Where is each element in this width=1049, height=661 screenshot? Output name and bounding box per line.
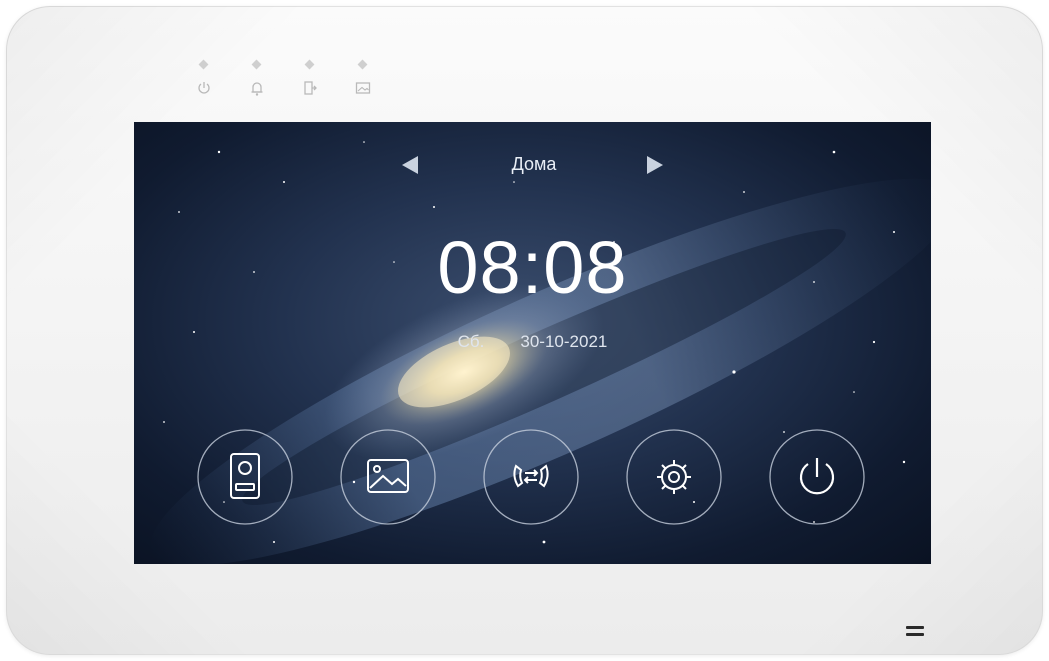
settings-button[interactable] xyxy=(625,428,723,526)
gear-icon xyxy=(626,429,722,525)
doorbell-monitor-button[interactable] xyxy=(196,428,294,526)
picture-icon xyxy=(340,429,436,525)
indicator-led xyxy=(198,59,209,70)
location-title: Дома xyxy=(511,154,557,174)
gallery-button[interactable] xyxy=(339,428,437,526)
speaker-grille xyxy=(906,626,924,640)
indicator-led xyxy=(357,59,368,70)
door-exit-icon xyxy=(304,81,317,95)
date-line: Сб. 30-10-2021 xyxy=(134,332,931,352)
touch-screen: Дома 08:08 Сб. 30-10-2021 xyxy=(134,122,931,564)
intercom-button[interactable] xyxy=(482,428,580,526)
intercom-call-icon xyxy=(483,429,579,525)
power-icon xyxy=(198,82,210,94)
alarm-indicator xyxy=(246,59,268,105)
door-indicator xyxy=(299,59,321,105)
indicator-led xyxy=(304,59,315,70)
power-indicator xyxy=(193,59,215,105)
date: 30-10-2021 xyxy=(520,332,608,351)
triangle-left-icon[interactable] xyxy=(396,150,426,180)
indicator-led xyxy=(251,59,262,70)
clock-time: 08:08 xyxy=(437,226,628,309)
location-navigation: Дома xyxy=(134,150,931,180)
power-icon xyxy=(769,429,865,525)
triangle-right-icon[interactable] xyxy=(639,150,669,180)
message-indicator xyxy=(352,59,374,105)
weekday: Сб. xyxy=(457,332,485,351)
door-panel-icon xyxy=(197,429,293,525)
image-message-icon xyxy=(355,82,371,94)
power-button[interactable] xyxy=(768,428,866,526)
bell-icon xyxy=(251,82,263,96)
